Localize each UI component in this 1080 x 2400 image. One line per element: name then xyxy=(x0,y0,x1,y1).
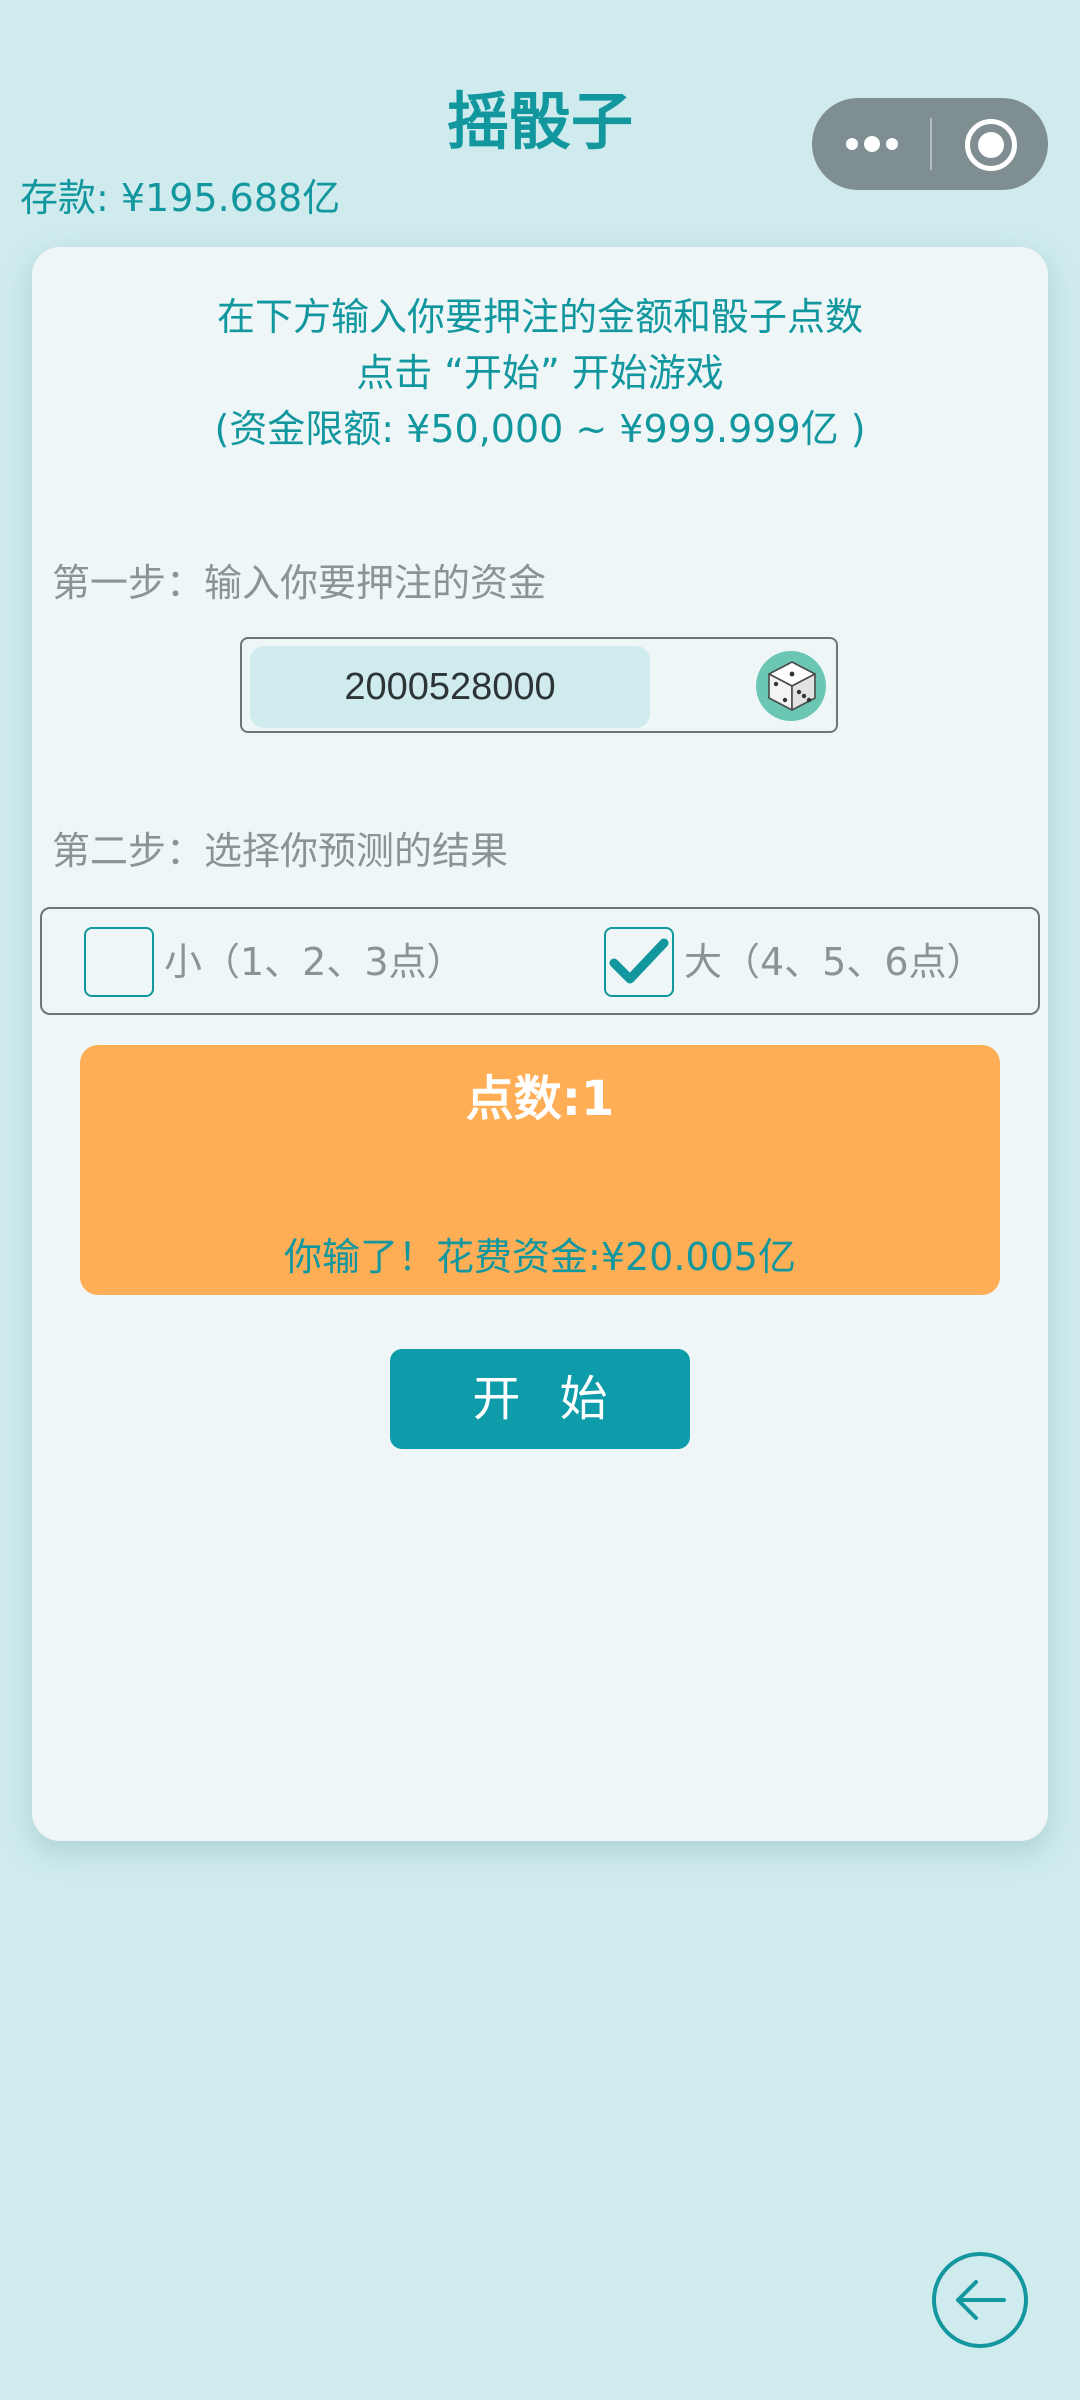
step-two-label: 第二步：选择你预测的结果 xyxy=(52,829,509,873)
result-message: 你输了！花费资金:¥20.005亿 xyxy=(284,1235,796,1279)
balance-text: 存款: ¥195.688亿 xyxy=(20,176,341,220)
back-arrow-icon xyxy=(932,2252,1028,2348)
amount-box xyxy=(240,637,838,733)
random-amount-button[interactable] xyxy=(756,651,826,721)
result-points: 点数:1 xyxy=(465,1071,615,1127)
step-one-label: 第一步：输入你要押注的资金 xyxy=(52,561,547,605)
instruction-line-1: 在下方输入你要押注的金额和骰子点数 xyxy=(216,295,863,339)
prediction-options: 小（1、2、3点） 大（4、5、6点） xyxy=(40,907,1040,1015)
dice-icon xyxy=(768,661,816,711)
mini-program-capsule xyxy=(812,98,1048,190)
back-button[interactable] xyxy=(930,2250,1030,2350)
game-card: 在下方输入你要押注的金额和骰子点数 点击 “开始” 开始游戏 (资金限额: ¥5… xyxy=(32,247,1048,1841)
more-menu-button[interactable] xyxy=(812,98,928,190)
result-panel: 点数:1 你输了！花费资金:¥20.005亿 xyxy=(80,1045,1000,1295)
big-option-label: 大（4、5、6点） xyxy=(684,940,985,984)
bet-amount-input[interactable] xyxy=(250,646,650,728)
close-mini-program-button[interactable] xyxy=(932,98,1048,190)
instruction-line-2: 点击 “开始” 开始游戏 xyxy=(356,351,724,395)
small-checkbox[interactable] xyxy=(84,927,154,997)
instructions: 在下方输入你要押注的金额和骰子点数 点击 “开始” 开始游戏 (资金限额: ¥5… xyxy=(32,289,1048,457)
small-option-label: 小（1、2、3点） xyxy=(164,940,465,984)
big-checkbox[interactable] xyxy=(604,927,674,997)
checkmark-icon xyxy=(609,938,669,984)
start-button[interactable]: 开 始 xyxy=(390,1349,690,1449)
instruction-line-3: (资金限额: ¥50,000 ~ ¥999.999亿 ) xyxy=(214,407,866,451)
